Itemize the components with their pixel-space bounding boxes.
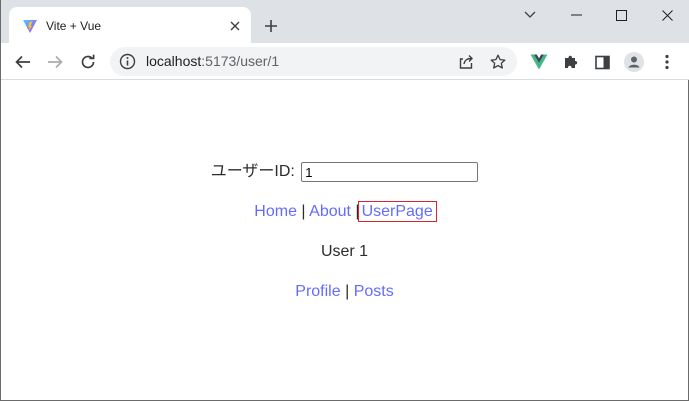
nav-link-home[interactable]: Home bbox=[254, 203, 297, 220]
tab-active[interactable]: Vite + Vue bbox=[9, 7, 251, 43]
extensions-puzzle-icon[interactable] bbox=[560, 51, 582, 73]
bookmark-star-icon[interactable] bbox=[488, 52, 508, 72]
address-bar[interactable]: localhost:5173/user/1 bbox=[110, 47, 517, 76]
user-text: User 1 bbox=[320, 243, 369, 260]
subnav-link-profile[interactable]: Profile bbox=[295, 283, 340, 300]
reload-icon[interactable] bbox=[75, 49, 101, 75]
tab-strip: Vite + Vue bbox=[1, 0, 689, 43]
nav-link-userpage[interactable]: UserPage bbox=[357, 201, 437, 222]
browser-toolbar: localhost:5173/user/1 bbox=[1, 43, 689, 80]
user-id-input[interactable] bbox=[301, 162, 479, 182]
forward-arrow-icon[interactable] bbox=[42, 49, 68, 75]
vue-devtools-icon[interactable] bbox=[528, 51, 550, 73]
user-heading: User 1 bbox=[1, 242, 688, 262]
user-subnav: Profile | Posts bbox=[1, 282, 688, 302]
subnav-separator: | bbox=[345, 283, 350, 300]
tab-search-chevron-down-icon[interactable] bbox=[507, 0, 553, 30]
vite-logo-icon bbox=[23, 20, 37, 33]
url-host: localhost bbox=[146, 53, 202, 69]
minimize-icon[interactable] bbox=[553, 0, 599, 30]
user-id-row: ユーザーID: bbox=[1, 162, 688, 182]
share-icon[interactable] bbox=[456, 52, 476, 72]
info-icon[interactable] bbox=[119, 53, 136, 70]
subnav-link-posts[interactable]: Posts bbox=[354, 283, 394, 300]
page-content: ユーザーID: Home | About |UserPage User 1 Pr… bbox=[1, 81, 688, 400]
tab-title: Vite + Vue bbox=[46, 19, 102, 33]
nav-separator: | bbox=[301, 203, 306, 220]
nav-separator: | bbox=[355, 203, 360, 220]
side-panel-icon[interactable] bbox=[591, 51, 613, 73]
new-tab-plus-icon[interactable] bbox=[261, 16, 281, 36]
more-vert-icon[interactable] bbox=[656, 51, 678, 73]
url-path: :5173/user/1 bbox=[201, 53, 280, 69]
user-id-label: ユーザーID: bbox=[210, 163, 295, 180]
tab-close-icon[interactable] bbox=[226, 17, 244, 35]
back-arrow-icon[interactable] bbox=[10, 49, 36, 75]
nav-link-about[interactable]: About bbox=[309, 203, 351, 220]
main-nav: Home | About | UserPage bbox=[1, 201, 688, 222]
profile-avatar-icon[interactable] bbox=[623, 51, 645, 73]
url-text[interactable]: localhost:5173/user/1 bbox=[146, 53, 279, 70]
maximize-icon[interactable] bbox=[598, 0, 644, 30]
window-close-icon[interactable] bbox=[644, 0, 689, 30]
browser-window: Vite + Vue localhost:5173/user/1 ユーザーID:… bbox=[0, 0, 689, 401]
